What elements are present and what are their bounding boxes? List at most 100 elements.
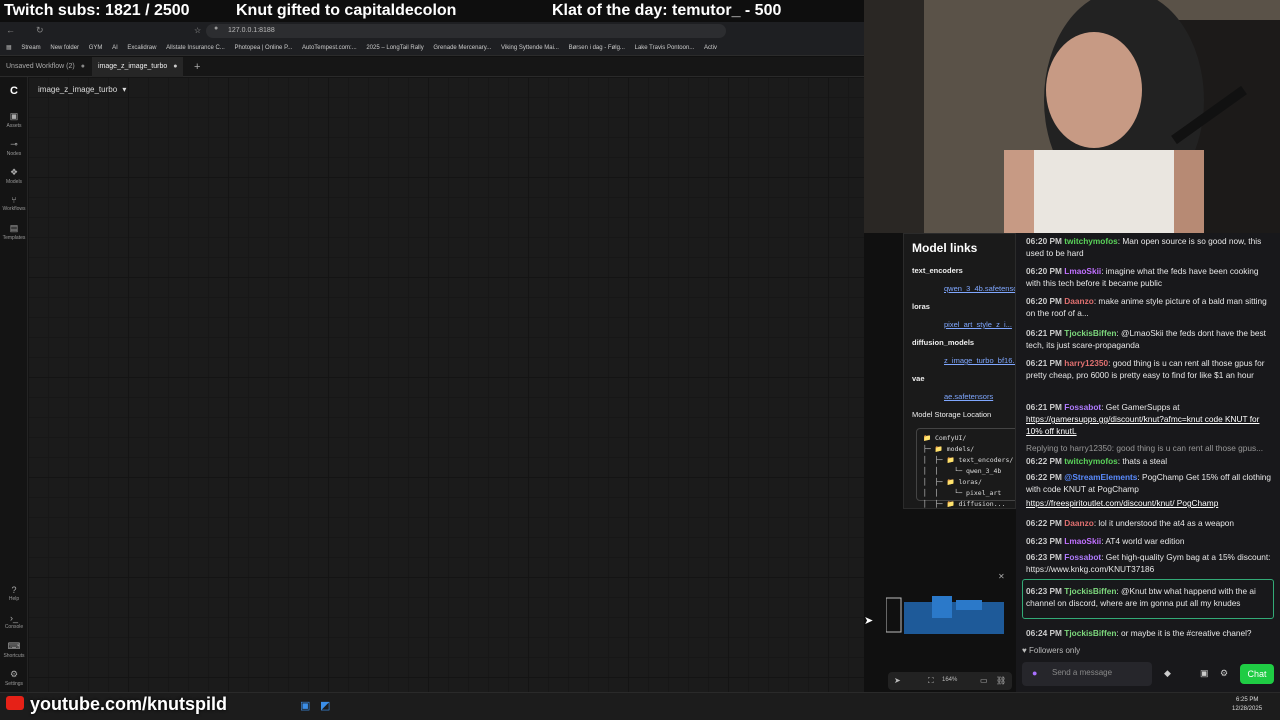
model-link[interactable]: ae.safetensors <box>944 392 993 401</box>
chat-timestamp: 06:20 PM <box>1026 266 1062 276</box>
twitch-chat: 06:20 PM twitchymofos: Man open source i… <box>1016 233 1280 692</box>
chat-username[interactable]: TjockisBiffen <box>1064 586 1116 596</box>
sidebar-item-nodes[interactable]: ⊸ Nodes <box>0 139 28 157</box>
chat-username[interactable]: twitchymofos <box>1064 236 1117 246</box>
bookmark-item[interactable]: Lake Travis Pontoon... <box>635 40 695 55</box>
settings-icon[interactable]: ⚙ <box>1220 668 1228 679</box>
new-tab-button[interactable]: + <box>188 57 206 77</box>
chat-username[interactable]: twitchymofos <box>1064 456 1117 466</box>
sidebar-item-settings[interactable]: ⚙ Settings <box>0 669 28 687</box>
mic-icon[interactable]: ● <box>1032 668 1037 678</box>
chat-input[interactable]: ● Send a message <box>1022 662 1152 686</box>
youtube-logo-icon <box>6 696 24 710</box>
bookmark-item[interactable]: Activ <box>704 40 717 55</box>
chat-text: : Get high-quality Gym bag at a 15% disc… <box>1026 552 1271 574</box>
comfy-logo-icon[interactable]: C <box>0 85 28 97</box>
chat-text: Replying to harry12350: good thing is u … <box>1026 443 1264 453</box>
back-icon[interactable]: ← <box>6 25 15 35</box>
bookmark-item[interactable]: Excalidraw <box>127 40 156 55</box>
webcam-feed <box>864 0 1280 233</box>
sidebar-item-console[interactable]: ›_ Console <box>0 613 28 630</box>
bookmark-item[interactable]: Stream <box>21 40 40 55</box>
chat-text: : lol it understood the at4 as a weapon <box>1093 518 1235 528</box>
sidebar-item-label: Settings <box>4 681 24 687</box>
close-icon[interactable]: ● <box>81 63 85 70</box>
model-link[interactable]: pixel_art_style_z_i... <box>944 320 1012 329</box>
followers-only-text: Followers only <box>1028 646 1081 655</box>
link-toggle-icon[interactable]: ⛓ <box>996 676 1006 685</box>
model-link[interactable]: qwen_3_4b.safetensors <box>944 284 1015 293</box>
tab-image-z-image-turbo[interactable]: image_z_image_turbo ● <box>92 57 184 77</box>
storage-title: Model Storage Location <box>912 410 992 419</box>
chat-send-button[interactable]: Chat <box>1240 664 1274 684</box>
app-icon[interactable]: ◩ <box>320 699 330 712</box>
chat-username[interactable]: Daanzo <box>1064 296 1094 306</box>
chat-username[interactable]: Fossabot <box>1064 552 1101 562</box>
apps-icon[interactable]: ▦ <box>6 40 12 55</box>
bookmark-icon[interactable]: ☆ <box>194 26 201 35</box>
tab-unsaved-workflow[interactable]: Unsaved Workflow (2) ● <box>0 57 91 77</box>
klat-of-day: Klat of the day: temutor_ - 500 <box>552 2 782 19</box>
chat-message: 06:20 PM LmaoSkii: imagine what the feds… <box>1026 265 1274 289</box>
console-icon: ›_ <box>9 613 18 623</box>
bookmark-item[interactable]: Børsen i dag - Følg... <box>569 40 625 55</box>
bookmark-item[interactable]: AutoTempest.com:... <box>302 40 357 55</box>
chat-text: : make anime style picture of a bald man… <box>1026 296 1267 318</box>
model-link[interactable]: z_image_turbo_bf16... <box>944 356 1015 365</box>
sidebar-item-label: Console <box>4 624 24 630</box>
chat-username[interactable]: @StreamElements <box>1064 472 1137 482</box>
chat-username[interactable]: Fossabot <box>1064 402 1101 412</box>
storage-tree: 📁 ComfyUI/ ├─ 📁 models/ │ ├─ 📁 text_enco… <box>916 428 1015 508</box>
bookmark-item[interactable]: AI <box>112 40 118 55</box>
app-icon[interactable]: ▣ <box>300 699 310 712</box>
sidebar-item-assets[interactable]: ▣ Assets <box>0 111 28 129</box>
pointer-icon[interactable]: ➤ <box>894 676 901 685</box>
close-icon[interactable]: ✕ <box>998 572 1005 581</box>
fit-view-icon[interactable]: ⛶ <box>928 676 934 686</box>
chat-text: : Get GamerSupps at <box>1101 402 1180 412</box>
bookmark-item[interactable]: 2025 – LongTail Rally <box>366 40 423 55</box>
chat-username[interactable]: TjockisBiffen <box>1064 328 1116 338</box>
chat-username[interactable]: LmaoSkii <box>1064 536 1101 546</box>
sidebar-item-templates[interactable]: ▤ Templates <box>0 223 28 241</box>
bookmark-item[interactable]: New folder <box>50 40 79 55</box>
sidebar-item-models[interactable]: ❖ Models <box>0 167 28 185</box>
site-info-icon[interactable]: ● <box>214 25 218 32</box>
stream-overlay-bar: Twitch subs: 1821 / 2500 Knut gifted to … <box>0 0 864 22</box>
minimap-toggle-icon[interactable]: ▭ <box>980 676 988 685</box>
sidebar-item-workflows[interactable]: ⑂ Workflows <box>0 195 28 212</box>
bookmark-item[interactable]: Grenade Mercenary... <box>433 40 491 55</box>
chat-timestamp: 06:23 PM <box>1026 552 1062 562</box>
node-canvas[interactable] <box>28 77 864 692</box>
chat-text: : good thing is u can rent all those gpu… <box>1026 358 1265 380</box>
bookmark-item[interactable]: Viking Syttende Mai... <box>501 40 559 55</box>
bookmark-item[interactable]: Allstate Insurance C... <box>166 40 225 55</box>
chat-text: : AT4 world war edition <box>1101 536 1185 546</box>
reload-icon[interactable]: ↻ <box>36 25 44 36</box>
gift-icon[interactable]: ▣ <box>1200 668 1209 679</box>
chat-username[interactable]: Daanzo <box>1064 518 1094 528</box>
chat-text: : PogChamp Get 15% off all clothing with… <box>1026 472 1272 494</box>
chat-username[interactable]: TjockisBiffen <box>1064 628 1116 638</box>
bookmark-item[interactable]: Photopea | Online P... <box>234 40 292 55</box>
url-field[interactable]: ● 127.0.0.1:8188 <box>206 24 726 38</box>
unsaved-dot-icon[interactable]: ● <box>173 63 177 70</box>
chat-timestamp: 06:21 PM <box>1026 328 1062 338</box>
nodes-icon: ⊸ <box>10 139 18 149</box>
bits-icon[interactable]: ◆ <box>1164 668 1171 679</box>
chat-timestamp: 06:23 PM <box>1026 586 1062 596</box>
sidebar-item-label: Nodes <box>6 151 22 157</box>
chat-message: 06:22 PM Daanzo: lol it understood the a… <box>1026 517 1274 529</box>
chat-message: 06:23 PM LmaoSkii: AT4 world war edition <box>1026 535 1274 547</box>
minimap-nodes <box>956 600 982 610</box>
chat-username[interactable]: LmaoSkii <box>1064 266 1101 276</box>
canvas-minimap[interactable] <box>886 592 1008 636</box>
sidebar-item-shortcuts[interactable]: ⌨ Shortcuts <box>0 641 28 659</box>
bookmark-item[interactable]: GYM <box>89 40 103 55</box>
workflow-name-dropdown[interactable]: image_z_image_turbo ▾ <box>38 85 126 94</box>
chat-message: Replying to harry12350: good thing is u … <box>1026 442 1274 454</box>
sidebar-item-help[interactable]: ? Help <box>0 585 28 602</box>
clock-time: 6:25 PM <box>1236 697 1259 703</box>
zoom-level[interactable]: 164% <box>942 677 957 683</box>
chat-username[interactable]: harry12350 <box>1064 358 1108 368</box>
